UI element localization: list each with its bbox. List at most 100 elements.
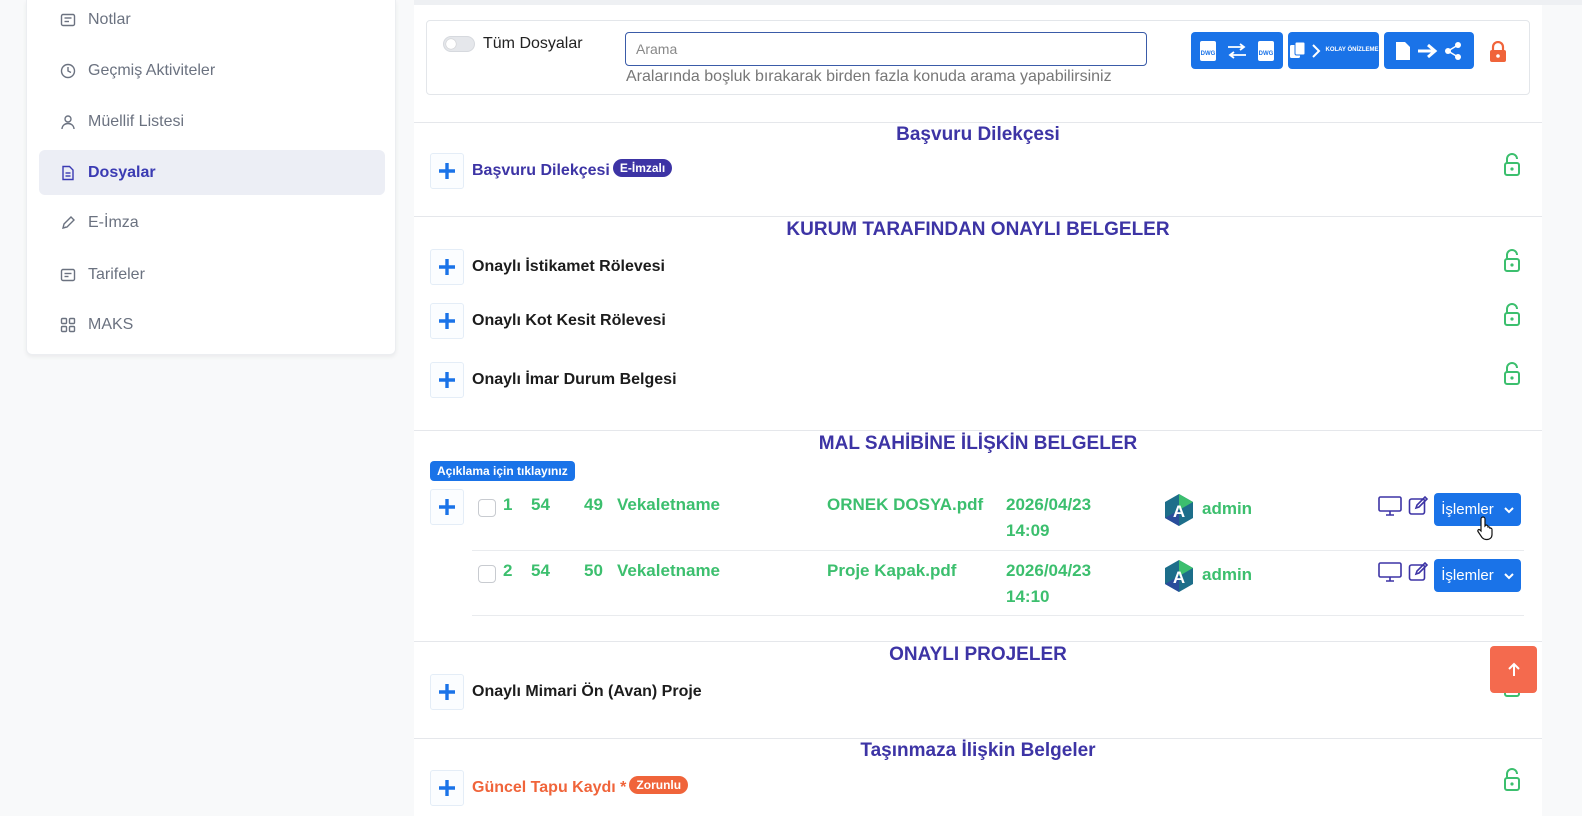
plus-icon [439,780,455,796]
document-label[interactable]: Onaylı Kot Kesit Rölevesi [472,312,666,330]
svg-text:DWG: DWG [1201,51,1216,57]
add-document-button[interactable] [430,362,464,398]
chevron-right-icon [1312,43,1321,58]
uploader-name: admin [1202,499,1253,518]
sidebar-item-label: Notlar [88,10,131,28]
status-badge: Zorunlu [629,776,689,794]
add-document-button[interactable] [430,489,464,525]
document-label[interactable]: Onaylı İmar Durum Belgesi [472,371,677,389]
sidebar-item-label: Müellif Listesi [88,112,185,130]
document-label[interactable]: Onaylı Mimari Ön (Avan) Proje [472,683,702,701]
section-divider [414,430,1542,431]
section-title: ONAYLI PROJELER [889,644,1067,665]
avatar: A [1165,494,1193,526]
file-name-link[interactable]: ORNEK DOSYA.pdf [827,495,983,515]
chevron-down-icon [1504,506,1514,513]
file-date: 2026/04/23 [1006,495,1092,514]
plus-icon [439,163,455,179]
unlock-icon[interactable] [1503,303,1521,332]
sidebar-item-label: Dosyalar [88,163,156,181]
section-title: Taşınmaza İlişkin Belgeler [860,740,1096,761]
document-row: Güncel Tapu Kaydı * Zorunlu [430,770,689,806]
row-checkbox[interactable] [478,499,496,517]
svg-text:DWG: DWG [1259,51,1274,57]
search-hint: Aralarında boşluk bırakarak birden fazla… [626,68,1112,85]
uploader-name: admin [1202,565,1253,584]
add-document-button[interactable] [430,674,464,710]
file-name-link[interactable]: Proje Kapak.pdf [827,561,956,581]
document-row: Onaylı Kot Kesit Rölevesi [430,303,666,339]
sidebar-item-tarifeler[interactable]: Tarifeler [39,252,385,297]
sidebar: Notlar Geçmiş Aktiviteler Müellif Listes… [26,0,396,355]
pen-icon [59,214,77,232]
top-divider [414,0,1582,5]
edit-icon[interactable] [1408,495,1430,517]
all-files-toggle[interactable] [443,36,475,52]
sidebar-item-gecmis-aktiviteler[interactable]: Geçmiş Aktiviteler [39,48,385,93]
user-icon [59,113,77,131]
lock-icon[interactable] [1488,40,1508,68]
dwg-convert-button[interactable]: DWG DWG [1191,32,1283,69]
share-file-button[interactable] [1384,32,1474,69]
file-index: 1 [503,495,513,514]
sidebar-item-maks[interactable]: MAKS [39,302,385,347]
actions-dropdown-button[interactable]: İşlemler [1434,559,1521,592]
unlock-icon[interactable] [1503,249,1521,278]
sidebar-item-label: MAKS [88,315,134,333]
document-label[interactable]: Onaylı İstikamet Rölevesi [472,258,665,276]
section-title: Başvuru Dilekçesi [896,124,1060,145]
plus-icon [439,313,455,329]
plus-icon [439,372,455,388]
file-type: Vekaletname [617,495,721,514]
scroll-to-top-button[interactable] [1490,646,1537,693]
clock-icon [59,62,77,80]
preview-files-icon [1290,41,1306,58]
add-document-button[interactable] [430,303,464,339]
plus-icon [439,684,455,700]
unlock-icon[interactable] [1503,153,1521,182]
search-input[interactable] [625,32,1147,66]
document-row: Onaylı İmar Durum Belgesi [430,362,677,398]
document-row: Onaylı İstikamet Rölevesi [430,249,665,285]
toggle-label: Tüm Dosyalar [483,35,583,52]
file-icon [59,164,77,182]
section-title: MAL SAHİBİNE İLİŞKİN BELGELER [818,433,1138,454]
section-divider [414,216,1542,217]
file-date: 2026/04/23 [1006,561,1092,580]
sidebar-item-dosyalar[interactable]: Dosyalar [39,150,385,195]
document-row [430,489,464,525]
section-divider [414,641,1542,642]
actions-label: İşlemler [1441,567,1494,584]
document-label[interactable]: Başvuru Dilekçesi [472,162,610,180]
section-title: KURUM TARAFINDAN ONAYLI BELGELER [786,219,1170,240]
unlock-icon[interactable] [1503,362,1521,391]
monitor-icon[interactable] [1378,495,1402,517]
easy-preview-button[interactable]: KOLAY ÖNİZLEME [1288,32,1379,69]
add-document-button[interactable] [430,153,464,189]
document-label[interactable]: Güncel Tapu Kaydı * [472,779,626,797]
cursor-hand-icon [1477,516,1493,541]
file-col-a: 54 [531,561,550,580]
svg-text:A: A [1173,502,1185,521]
file-col-a: 54 [531,495,550,514]
easy-preview-label: KOLAY ÖNİZLEME [1325,47,1379,53]
add-document-button[interactable] [430,770,464,806]
description-hint-button[interactable]: Açıklama için tıklayınız [430,461,575,481]
edit-icon[interactable] [1408,561,1430,583]
row-checkbox[interactable] [478,565,496,583]
row-divider [472,550,1524,551]
file-time: 14:10 [1006,587,1050,606]
svg-text:A: A [1173,568,1185,587]
file-type: Vekaletname [617,561,721,580]
sidebar-item-e-imza[interactable]: E-İmza [39,200,385,245]
file-col-b: 49 [584,495,603,514]
chevron-down-icon [1504,572,1514,579]
unlock-icon[interactable] [1503,768,1521,797]
sidebar-item-notlar[interactable]: Notlar [39,0,385,42]
dwg-convert-icon: DWG DWG [1200,40,1274,61]
section-divider [414,738,1542,739]
sidebar-item-muellif-listesi[interactable]: Müellif Listesi [39,99,385,144]
monitor-icon[interactable] [1378,561,1402,583]
document-row: Başvuru Dilekçesi E-İmzalı [430,153,673,189]
add-document-button[interactable] [430,249,464,285]
